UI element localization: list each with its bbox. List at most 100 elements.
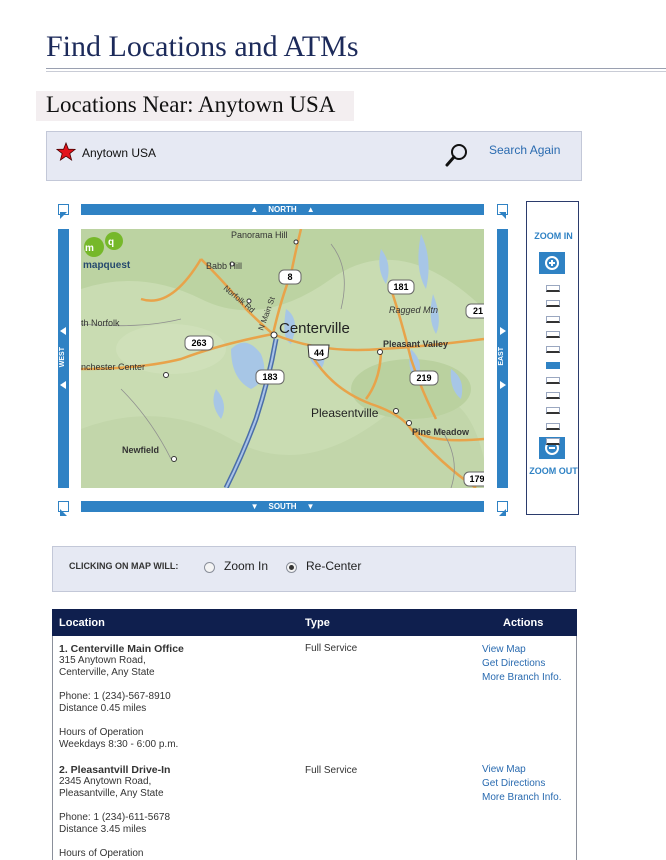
location-hours-label: Hours of Operation	[59, 848, 144, 859]
route-label: 219	[416, 373, 431, 383]
star-icon	[56, 142, 76, 161]
zoom-level-step[interactable]	[546, 285, 560, 292]
location-map[interactable]: m q mapquest 8 181 21 263 44 183 219 179…	[81, 229, 484, 488]
more-branch-info-link[interactable]: More Branch Info.	[482, 672, 561, 683]
east-label: EAST	[498, 347, 505, 366]
page-title: Find Locations and ATMs	[46, 30, 359, 63]
pan-northwest-button[interactable]	[58, 204, 69, 219]
svg-text:q: q	[108, 237, 114, 248]
location-hours: Weekdays 8:30 - 6:00 p.m.	[59, 739, 179, 750]
title-divider	[46, 68, 666, 69]
map-place-label: Pine Meadow	[412, 427, 470, 437]
view-map-link[interactable]: View Map	[482, 764, 526, 775]
click-options-label: CLICKING ON MAP WILL:	[69, 561, 179, 571]
pan-southwest-button[interactable]	[58, 501, 69, 516]
west-label: WEST	[59, 347, 66, 368]
arrow-right-icon	[500, 327, 506, 335]
zoom-level-step[interactable]	[546, 346, 560, 354]
route-label: 263	[191, 338, 206, 348]
arrow-left-icon	[60, 381, 66, 389]
zoom-level-step[interactable]	[546, 361, 560, 369]
location-hours-label: Hours of Operation	[59, 727, 144, 738]
map-place-label: Centerville	[279, 320, 350, 337]
search-location-text: Anytown USA	[82, 146, 157, 160]
location-phone: Phone: 1 (234)-611-5678	[59, 812, 171, 823]
north-label: NORTH	[268, 205, 297, 214]
column-header-type: Type	[305, 617, 330, 629]
more-branch-info-link[interactable]: More Branch Info.	[482, 792, 561, 803]
zoom-level-step[interactable]	[546, 315, 560, 323]
zoom-level-step[interactable]	[546, 376, 560, 384]
location-distance: Distance 0.45 miles	[59, 703, 147, 714]
location-type: Full Service	[305, 643, 358, 654]
map-place-label: Pleasentville	[311, 406, 379, 420]
pan-northeast-button[interactable]	[497, 204, 508, 219]
zoom-in-button[interactable]	[539, 252, 565, 274]
arrow-down-icon: ▼	[306, 502, 315, 511]
arrow-left-icon	[60, 327, 66, 335]
pan-east-button[interactable]: EAST	[497, 229, 508, 488]
location-address-line2: Centerville, Any State	[59, 667, 155, 678]
arrow-southeast-icon	[499, 509, 506, 516]
map-place-label: Newfield	[122, 445, 159, 455]
zoom-level-step[interactable]	[546, 438, 560, 445]
arrow-northeast-icon	[499, 212, 506, 219]
zoom-out-label: ZOOM OUT	[529, 466, 578, 476]
map-place-label: Ragged Mtn	[389, 305, 438, 315]
table-row: 2. Pleasantvill Drive-In 2345 Anytown Ro…	[59, 764, 170, 860]
plus-icon	[545, 256, 559, 270]
zoom-level-step[interactable]	[546, 330, 560, 338]
search-again-link[interactable]: Search Again	[489, 143, 560, 157]
map-place-label: Pleasant Valley	[383, 339, 448, 349]
arrow-up-icon: ▲	[306, 205, 315, 214]
location-address-line2: Pleasantville, Any State	[59, 788, 164, 799]
arrow-northwest-icon	[60, 212, 67, 219]
map-place-label: nchester Center	[81, 362, 145, 372]
table-row: 1. Centerville Main Office 315 Anytown R…	[59, 643, 184, 751]
pan-south-button[interactable]: ▼ SOUTH ▼	[81, 501, 484, 512]
route-label: 179	[469, 474, 484, 484]
get-directions-link[interactable]: Get Directions	[482, 778, 545, 789]
column-header-location: Location	[59, 617, 105, 629]
title-divider-secondary	[46, 71, 666, 72]
search-icon[interactable]	[444, 142, 470, 168]
location-name: 2. Pleasantvill Drive-In	[59, 764, 171, 776]
location-name: 1. Centerville Main Office	[59, 643, 184, 655]
locations-subtitle: Locations Near: Anytown USA	[46, 92, 336, 117]
zoom-in-radio[interactable]	[204, 562, 215, 573]
get-directions-link[interactable]: Get Directions	[482, 658, 545, 669]
re-center-radio[interactable]	[286, 562, 297, 573]
route-label: 183	[262, 372, 277, 382]
location-phone: Phone: 1 (234)-567-8910	[59, 691, 171, 702]
arrow-southwest-icon	[60, 509, 67, 516]
svg-text:m: m	[85, 243, 94, 254]
re-center-radio-label[interactable]: Re-Center	[306, 559, 361, 573]
radio-selected-dot	[289, 565, 294, 570]
pan-southeast-button[interactable]	[497, 501, 508, 516]
pan-west-button[interactable]: WEST	[58, 229, 69, 488]
route-label: 181	[393, 282, 408, 292]
pan-north-button[interactable]: ▲ NORTH ▲	[81, 204, 484, 215]
zoom-level-step[interactable]	[546, 392, 560, 400]
route-label: 21	[473, 306, 483, 316]
map-place-label: Babb Hill	[206, 261, 242, 271]
route-label: 8	[287, 272, 292, 282]
map-place-label: Panorama Hill	[231, 230, 288, 240]
zoom-level-step[interactable]	[546, 300, 560, 308]
map-place-label: th Norfolk	[81, 318, 120, 328]
location-address-line1: 315 Anytown Road,	[59, 655, 146, 666]
zoom-level-step[interactable]	[546, 422, 560, 430]
location-type: Full Service	[305, 765, 358, 776]
svg-text:mapquest: mapquest	[83, 260, 131, 271]
zoom-in-label: ZOOM IN	[534, 231, 573, 241]
column-header-actions: Actions	[503, 617, 544, 629]
zoom-panel: ZOOM IN ZOOM OUT	[526, 201, 579, 515]
arrow-down-icon: ▼	[250, 502, 259, 511]
view-map-link[interactable]: View Map	[482, 644, 526, 655]
zoom-level-step[interactable]	[546, 407, 560, 415]
location-distance: Distance 3.45 miles	[59, 824, 147, 835]
arrow-up-icon: ▲	[250, 205, 259, 214]
arrow-right-icon	[500, 381, 506, 389]
zoom-in-radio-label[interactable]: Zoom In	[224, 559, 268, 573]
location-address-line1: 2345 Anytown Road,	[59, 776, 152, 787]
